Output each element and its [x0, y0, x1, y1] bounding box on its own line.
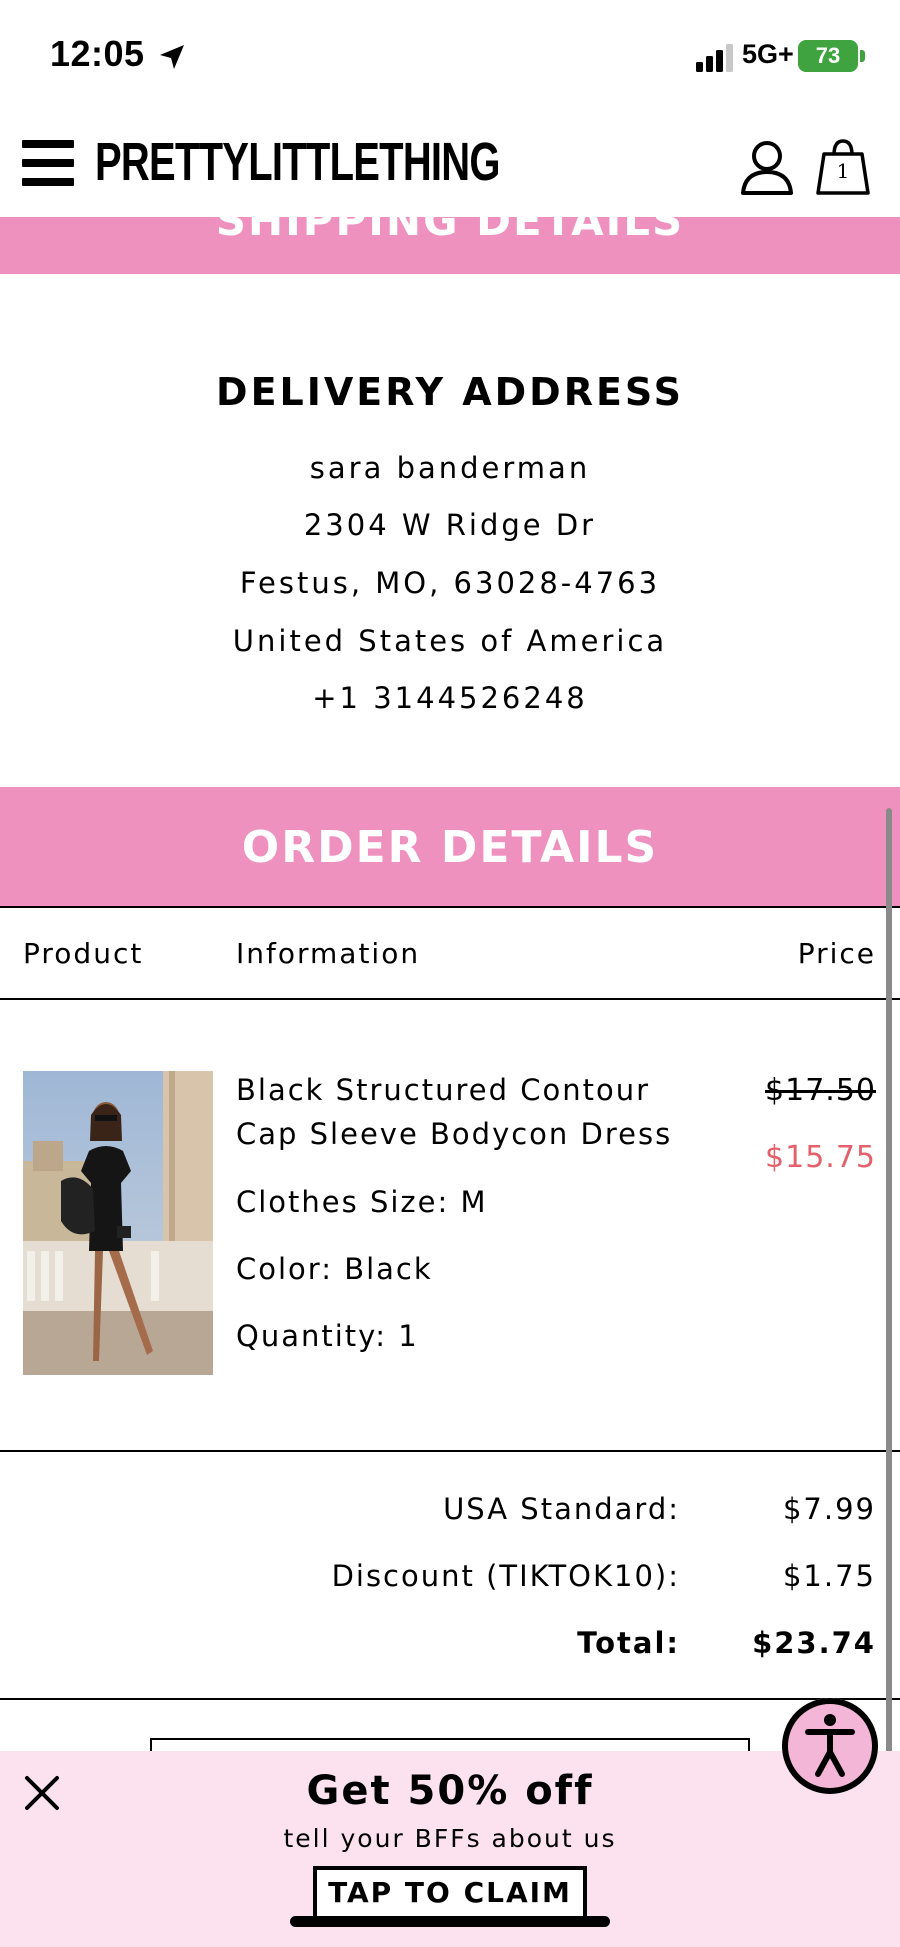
discount-value: $1.75	[782, 1559, 876, 1593]
network-type: 5G+	[742, 39, 794, 69]
battery-icon: 73	[798, 40, 858, 72]
address-name: sara banderman	[309, 451, 591, 485]
promo-subtitle: tell your BFFs about us	[283, 1824, 617, 1853]
sale-price: $15.75	[765, 1140, 876, 1175]
order-details-title: ORDER DETAILS	[241, 822, 659, 873]
order-details-banner: ORDER DETAILS	[0, 787, 900, 907]
bag-count: 1	[836, 159, 850, 183]
product-name[interactable]: Black Structured Contour Cap Sleeve Body…	[236, 1068, 696, 1156]
address-phone: +1 3144526248	[312, 681, 588, 715]
location-arrow-icon	[160, 45, 184, 69]
status-bar: 12:05 5G+ 73	[0, 0, 900, 115]
account-icon[interactable]	[740, 139, 794, 195]
column-header-product: Product	[23, 937, 144, 970]
site-header: PRETTYLITTLETHING 1	[0, 115, 900, 217]
divider	[0, 1698, 900, 1700]
product-color: Color: Black	[236, 1252, 433, 1286]
signal-icon	[696, 44, 733, 72]
shipping-details-banner: SHIPPING DETAILS	[0, 217, 900, 274]
delivery-address-title: DELIVERY ADDRESS	[216, 370, 684, 414]
address-street: 2304 W Ridge Dr	[303, 508, 597, 542]
column-header-information: Information	[236, 937, 421, 970]
status-time: 12:05	[50, 33, 145, 74]
address-country: United States of America	[232, 624, 668, 658]
product-size: Clothes Size: M	[236, 1185, 488, 1219]
shipping-label: USA Standard:	[443, 1492, 680, 1526]
scrollbar[interactable]	[886, 808, 892, 1808]
battery-level: 73	[815, 43, 841, 68]
hamburger-menu-icon[interactable]	[22, 140, 74, 186]
accessibility-icon[interactable]	[778, 1694, 900, 1836]
divider	[0, 998, 900, 1000]
product-photo-illustration	[23, 1071, 213, 1375]
home-indicator	[290, 1916, 610, 1927]
divider	[0, 906, 900, 908]
discount-label: Discount (TIKTOK10):	[331, 1559, 680, 1593]
column-header-price: Price	[797, 937, 876, 970]
tap-to-claim-button[interactable]: TAP TO CLAIM	[313, 1866, 587, 1921]
promo-title: Get 50% off	[306, 1768, 594, 1814]
address-city: Festus, MO, 63028-4763	[239, 566, 661, 600]
product-image[interactable]	[23, 1071, 213, 1375]
battery-cap	[860, 50, 865, 62]
shipping-details-label: SHIPPING DETAILS	[215, 217, 685, 245]
total-label: Total:	[577, 1626, 680, 1660]
original-price: $17.50	[765, 1073, 876, 1108]
divider	[0, 1450, 900, 1452]
product-quantity: Quantity: 1	[236, 1319, 419, 1353]
brand-logo[interactable]: PRETTYLITTLETHING	[95, 131, 500, 193]
shipping-value: $7.99	[782, 1492, 876, 1526]
total-value: $23.74	[752, 1626, 876, 1660]
